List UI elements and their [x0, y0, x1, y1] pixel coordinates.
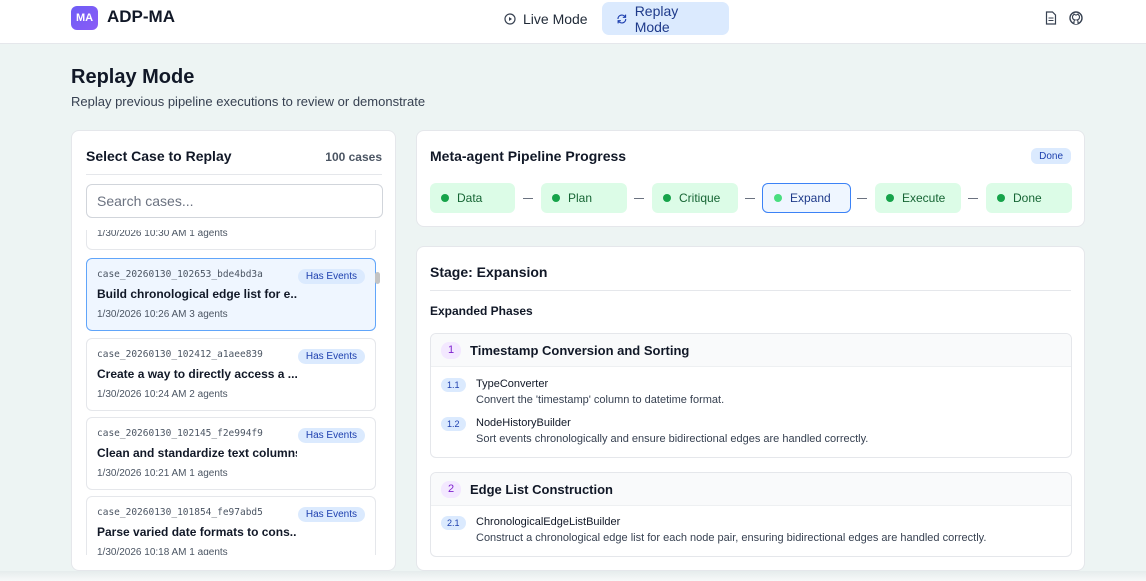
agent-number: 2.1 — [441, 516, 466, 530]
stage-critique[interactable]: Critique — [652, 183, 738, 213]
list-item[interactable]: case_20260130_102145_f2e994f9 Has Events… — [86, 417, 376, 490]
case-count: 100 cases — [325, 150, 382, 164]
status-dot — [552, 194, 560, 202]
replay-mode-button[interactable]: Replay Mode — [602, 2, 729, 35]
status-dot — [774, 194, 782, 202]
stage-data[interactable]: Data — [430, 183, 515, 213]
phase-name: Timestamp Conversion and Sorting — [470, 342, 690, 358]
case-meta: 1/30/2026 10:30 AM 1 agents — [97, 230, 228, 239]
case-id: case_20260130_101854_fe97abd5 — [97, 507, 263, 518]
case-id: case_20260130_102145_f2e994f9 — [97, 428, 263, 439]
agent-description: Sort events chronologically and ensure b… — [476, 433, 869, 445]
list-item[interactable]: case_20260130_102653_bde4bd3a Has Events… — [86, 258, 376, 331]
stage-label: Done — [1013, 191, 1042, 205]
status-badge: Has Events — [297, 507, 365, 522]
stage-connector — [634, 198, 644, 199]
divider — [86, 174, 382, 175]
phase-header: 1 Timestamp Conversion and Sorting — [431, 334, 1071, 367]
page-title: Replay Mode — [71, 66, 195, 88]
phase-card: 1 Timestamp Conversion and Sorting 1.1 T… — [430, 333, 1072, 458]
phase-number: 2 — [441, 480, 461, 498]
phases-heading: Expanded Phases — [430, 304, 533, 318]
case-meta: 1/30/2026 10:24 AM 2 agents — [97, 389, 228, 400]
case-title: Parse varied date formats to cons... — [97, 525, 297, 539]
phase-number: 1 — [441, 341, 461, 359]
case-list[interactable]: 1/30/2026 10:30 AM 1 agents case_2026013… — [86, 230, 383, 555]
stage-label: Execute — [902, 191, 946, 205]
pipeline-progress-panel: Meta-agent Pipeline Progress Done Data P… — [416, 130, 1085, 227]
case-id: case_20260130_102412_a1aee839 — [97, 349, 263, 360]
scrollbar-thumb[interactable] — [375, 272, 380, 284]
top-bar: MA ADP-MA Live Mode Replay Mode — [0, 0, 1146, 44]
status-dot — [997, 194, 1005, 202]
app-logo[interactable]: MA — [71, 6, 98, 30]
case-title: Create a way to directly access a ... — [97, 367, 297, 381]
page-footer-shade — [0, 571, 1146, 581]
stage-label: Plan — [568, 191, 593, 205]
live-mode-button[interactable]: Live Mode — [490, 2, 602, 35]
stage-label: Critique — [679, 191, 721, 205]
stage-connector — [523, 198, 533, 199]
stage-execute[interactable]: Execute — [875, 183, 961, 213]
case-title: Clean and standardize text columns — [97, 446, 297, 460]
phase-header: 2 Edge List Construction — [431, 473, 1071, 506]
page-subtitle: Replay previous pipeline executions to r… — [71, 94, 426, 109]
agent-description: Construct a chronological edge list for … — [476, 532, 987, 544]
status-badge: Has Events — [297, 428, 365, 443]
case-meta: 1/30/2026 10:21 AM 1 agents — [97, 468, 228, 479]
status-dot — [886, 194, 894, 202]
status-dot — [441, 194, 449, 202]
document-icon[interactable] — [1043, 10, 1059, 26]
stage-connector — [968, 198, 978, 199]
stage-label: Expand — [790, 191, 831, 205]
case-panel-title: Select Case to Replay — [86, 148, 232, 164]
stage-label: Data — [457, 191, 483, 205]
status-badge: Has Events — [297, 269, 365, 284]
status-dot — [663, 194, 671, 202]
phase-card: 2 Edge List Construction 2.1 Chronologic… — [430, 472, 1072, 557]
agent-name: TypeConverter — [476, 378, 549, 390]
app-title[interactable]: ADP-MA — [107, 7, 175, 27]
list-item[interactable]: case_20260130_102412_a1aee839 Has Events… — [86, 338, 376, 411]
search-input[interactable] — [86, 184, 383, 218]
pipeline-title: Meta-agent Pipeline Progress — [430, 148, 627, 164]
case-selector-panel: Select Case to Replay 100 cases 1/30/202… — [71, 130, 396, 571]
pipeline-status-badge: Done — [1031, 148, 1071, 164]
list-item[interactable]: 1/30/2026 10:30 AM 1 agents — [86, 230, 376, 250]
case-title: Build chronological edge list for e... — [97, 287, 297, 301]
agent-description: Convert the 'timestamp' column to dateti… — [476, 394, 725, 406]
stage-expand[interactable]: Expand — [762, 183, 851, 213]
list-item[interactable]: case_20260130_101854_fe97abd5 Has Events… — [86, 496, 376, 555]
phase-name: Edge List Construction — [470, 481, 613, 497]
divider — [430, 290, 1071, 291]
stage-done[interactable]: Done — [986, 183, 1072, 213]
case-meta: 1/30/2026 10:26 AM 3 agents — [97, 309, 228, 320]
replay-mode-label: Replay Mode — [634, 2, 679, 35]
stage-connector — [857, 198, 867, 199]
live-mode-label: Live Mode — [523, 10, 588, 27]
stage-plan[interactable]: Plan — [541, 183, 627, 213]
stage-detail-panel: Stage: Expansion Expanded Phases 1 Times… — [416, 246, 1085, 571]
refresh-icon — [617, 13, 627, 24]
status-badge: Has Events — [297, 349, 365, 364]
stage-title: Stage: Expansion — [430, 264, 548, 280]
agent-number: 1.2 — [441, 417, 466, 431]
agent-number: 1.1 — [441, 378, 466, 392]
github-icon[interactable] — [1068, 10, 1084, 26]
case-meta: 1/30/2026 10:18 AM 1 agents — [97, 547, 228, 555]
play-circle-icon — [504, 12, 516, 25]
agent-name: NodeHistoryBuilder — [476, 417, 571, 429]
stage-connector — [745, 198, 755, 199]
case-id: case_20260130_102653_bde4bd3a — [97, 269, 263, 280]
agent-name: ChronologicalEdgeListBuilder — [476, 516, 621, 528]
